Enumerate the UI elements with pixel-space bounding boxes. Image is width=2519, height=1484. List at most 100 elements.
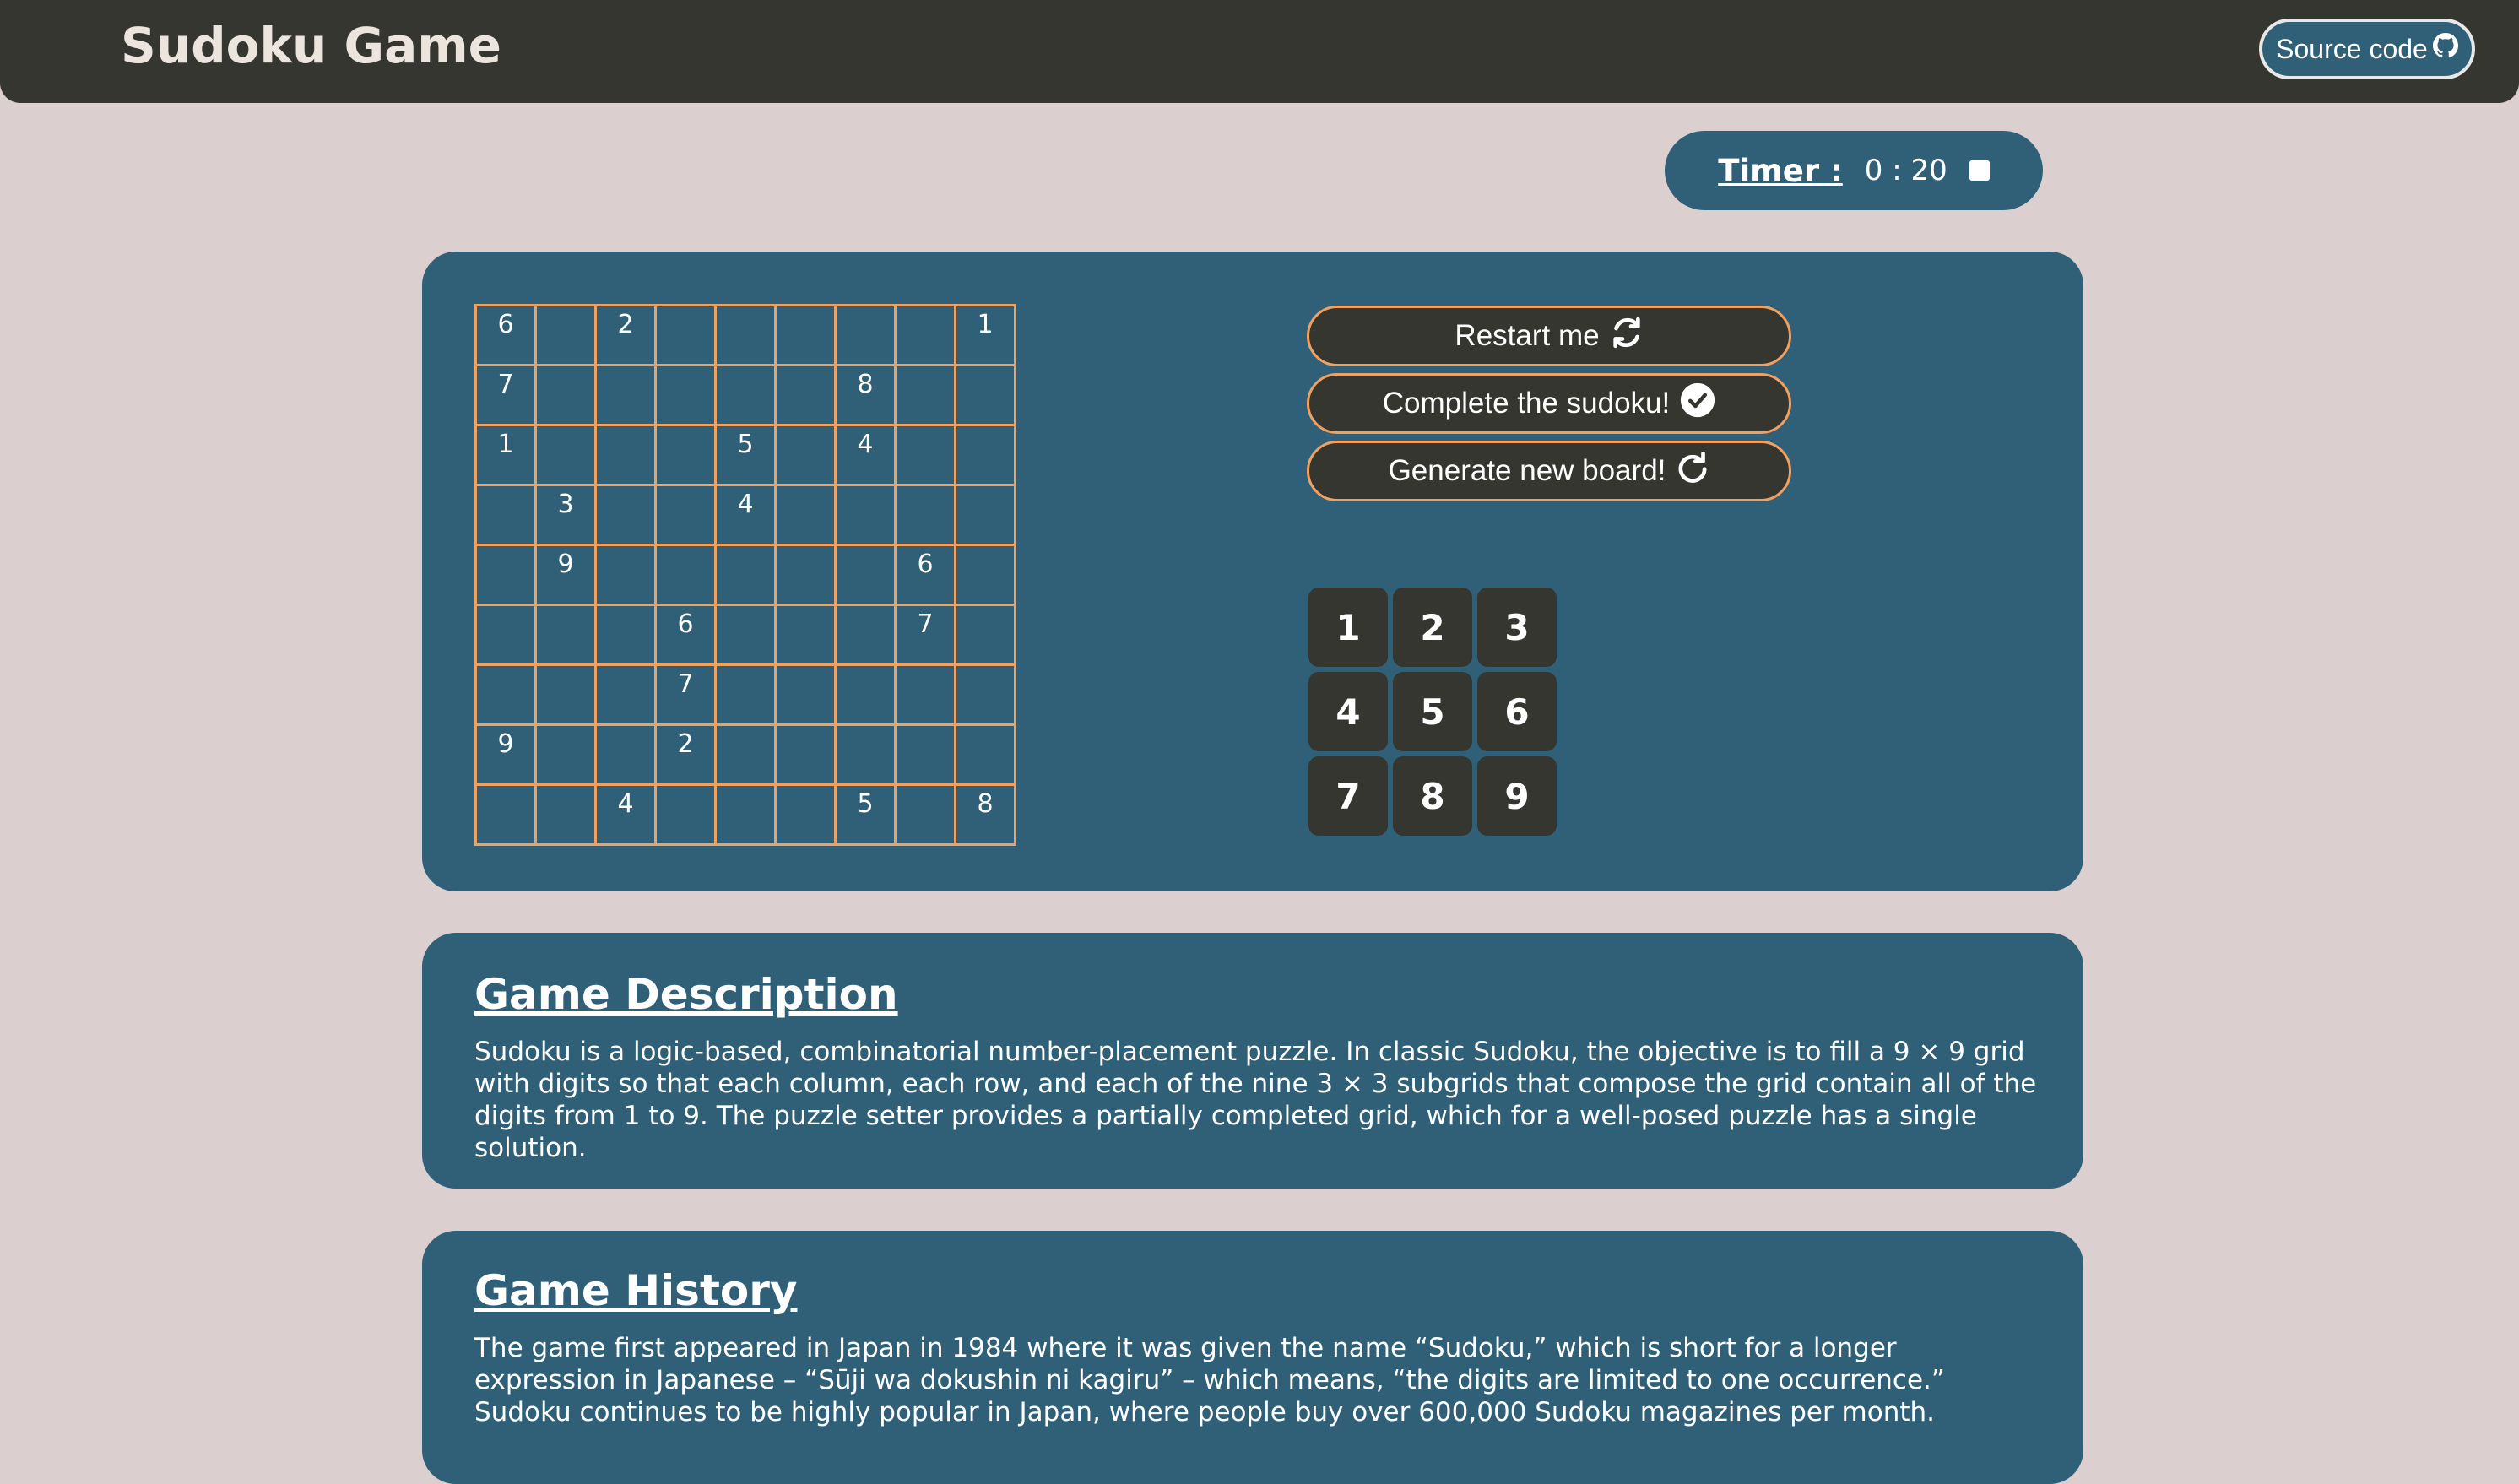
grid-cell[interactable] [714,304,777,366]
grid-cell[interactable] [774,364,837,426]
grid-cell[interactable]: 7 [474,364,537,426]
grid-cell[interactable] [714,544,777,606]
grid-cell[interactable] [774,544,837,606]
number-key-5[interactable]: 5 [1393,672,1472,751]
grid-row: 96 [474,544,1016,606]
grid-cell[interactable] [774,424,837,486]
grid-cell[interactable] [654,364,717,426]
grid-cell[interactable] [534,663,597,726]
grid-cell[interactable] [594,663,657,726]
grid-cell[interactable] [654,424,717,486]
grid-row: 4 58 [474,783,1016,846]
number-key-2[interactable]: 2 [1393,588,1472,667]
grid-cell[interactable] [594,723,657,786]
grid-cell[interactable] [774,723,837,786]
grid-cell[interactable]: 5 [834,783,897,846]
number-key-8[interactable]: 8 [1393,756,1472,836]
stop-icon[interactable] [1969,160,1990,181]
restart-button[interactable]: Restart me [1307,306,1791,366]
source-code-label: Source code [2276,33,2428,64]
grid-cell[interactable]: 6 [894,544,956,606]
grid-cell[interactable] [894,484,956,546]
grid-cell[interactable] [954,544,1016,606]
number-key-6[interactable]: 6 [1477,672,1557,751]
timer: Timer : 0 : 20 [1665,131,2043,210]
grid-cell[interactable]: 2 [594,304,657,366]
grid-cell[interactable] [534,604,597,666]
grid-cell[interactable] [894,424,956,486]
grid-cell[interactable] [894,783,956,846]
grid-cell[interactable] [714,604,777,666]
grid-cell[interactable] [594,424,657,486]
grid-cell[interactable] [714,723,777,786]
number-key-1[interactable]: 1 [1308,588,1388,667]
number-key-9[interactable]: 9 [1477,756,1557,836]
grid-cell[interactable] [654,544,717,606]
grid-cell[interactable]: 1 [954,304,1016,366]
grid-cell[interactable] [594,604,657,666]
grid-cell[interactable] [834,484,897,546]
grid-cell[interactable] [954,604,1016,666]
grid-cell[interactable]: 8 [954,783,1016,846]
grid-cell[interactable] [714,364,777,426]
grid-cell[interactable]: 6 [474,304,537,366]
grid-cell[interactable] [534,723,597,786]
grid-cell[interactable]: 9 [534,544,597,606]
grid-cell[interactable] [954,484,1016,546]
grid-cell[interactable] [774,304,837,366]
source-code-button[interactable]: Source code [2259,19,2475,79]
grid-cell[interactable] [954,424,1016,486]
grid-cell[interactable] [834,723,897,786]
grid-cell[interactable] [474,544,537,606]
grid-cell[interactable] [594,484,657,546]
grid-cell[interactable] [714,663,777,726]
number-key-7[interactable]: 7 [1308,756,1388,836]
number-key-3[interactable]: 3 [1477,588,1557,667]
grid-cell[interactable] [474,484,537,546]
grid-cell[interactable]: 8 [834,364,897,426]
grid-cell[interactable] [894,723,956,786]
grid-cell[interactable]: 4 [714,484,777,546]
grid-cell[interactable] [474,604,537,666]
grid-cell[interactable] [474,663,537,726]
generate-board-button[interactable]: Generate new board! [1307,441,1791,501]
grid-cell[interactable]: 1 [474,424,537,486]
grid-cell[interactable]: 7 [894,604,956,666]
grid-cell[interactable] [774,484,837,546]
grid-cell[interactable] [774,783,837,846]
grid-cell[interactable] [834,604,897,666]
grid-cell[interactable]: 3 [534,484,597,546]
grid-cell[interactable] [894,364,956,426]
grid-cell[interactable] [774,604,837,666]
grid-cell[interactable] [954,663,1016,726]
grid-cell[interactable] [954,723,1016,786]
grid-cell[interactable]: 7 [654,663,717,726]
grid-cell[interactable] [474,783,537,846]
grid-cell[interactable] [534,424,597,486]
grid-cell[interactable] [834,304,897,366]
grid-cell[interactable] [954,364,1016,426]
grid-cell[interactable] [594,364,657,426]
grid-cell[interactable] [894,304,956,366]
grid-cell[interactable] [654,304,717,366]
grid-cell[interactable] [534,364,597,426]
grid-cell[interactable] [834,544,897,606]
number-key-4[interactable]: 4 [1308,672,1388,751]
grid-cell[interactable] [534,304,597,366]
grid-cell[interactable]: 2 [654,723,717,786]
description-text: Sudoku is a logic-based, combinatorial n… [474,1037,2037,1163]
grid-cell[interactable] [834,663,897,726]
grid-cell[interactable] [714,783,777,846]
grid-cell[interactable] [594,544,657,606]
grid-cell[interactable] [654,484,717,546]
grid-cell[interactable] [534,783,597,846]
grid-cell[interactable] [654,783,717,846]
grid-cell[interactable] [894,663,956,726]
grid-cell[interactable]: 6 [654,604,717,666]
complete-sudoku-button[interactable]: Complete the sudoku! [1307,373,1791,434]
grid-cell[interactable]: 4 [834,424,897,486]
grid-cell[interactable]: 4 [594,783,657,846]
grid-cell[interactable]: 9 [474,723,537,786]
grid-cell[interactable] [774,663,837,726]
grid-cell[interactable]: 5 [714,424,777,486]
